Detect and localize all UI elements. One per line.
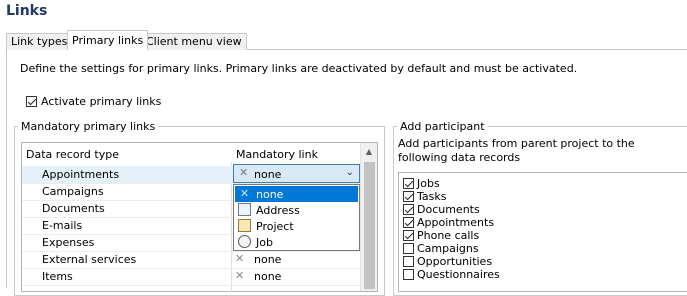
participant-label: Questionnaires	[417, 268, 500, 281]
column-header-type[interactable]: Data record type	[26, 148, 119, 161]
participant-checkbox[interactable]	[403, 178, 414, 189]
tab-link-types[interactable]: Link types	[6, 33, 73, 50]
table-row[interactable]: Items ✕ none	[22, 268, 360, 285]
row-type: Appointments	[42, 168, 120, 181]
mandatory-links-group-title: Mandatory primary links	[18, 120, 159, 133]
clear-icon[interactable]: ✕	[239, 166, 248, 179]
dropdown-option-project[interactable]: Project	[235, 218, 358, 234]
participant-checkbox[interactable]	[403, 230, 414, 241]
dropdown-option-address[interactable]: Address	[235, 202, 358, 218]
tab-client-menu-view[interactable]: Client menu view	[141, 33, 247, 50]
add-participant-description: Add participants from parent project to …	[398, 137, 635, 164]
row-type: E-mails	[42, 219, 83, 232]
description-text: Define the settings for primary links. P…	[20, 62, 578, 75]
grid-scrollbar[interactable]: ▲	[360, 143, 377, 291]
clear-icon[interactable]: ✕	[235, 269, 244, 282]
column-header-link[interactable]: Mandatory link	[236, 148, 318, 161]
participant-label: Appointments	[417, 216, 495, 229]
row-type: External services	[42, 253, 137, 266]
tab-primary-links[interactable]: Primary links	[67, 30, 149, 50]
participant-label: Jobs	[417, 177, 440, 190]
row-type: Expenses	[42, 236, 95, 249]
row-divider	[22, 285, 360, 286]
dropdown-option-label: Project	[256, 220, 294, 233]
dropdown-option-label: Address	[256, 204, 300, 217]
mandatory-link-dropdown: ✕ none Address Project Job	[233, 184, 360, 251]
dropdown-option-job[interactable]: Job	[235, 234, 358, 250]
participant-label: Campaigns	[417, 242, 479, 255]
participant-label: Documents	[417, 203, 480, 216]
row-type: Campaigns	[42, 185, 104, 198]
address-card-icon	[238, 203, 251, 216]
clear-icon[interactable]: ✕	[235, 252, 244, 265]
participant-label: Tasks	[417, 190, 447, 203]
participant-checkbox[interactable]	[403, 256, 414, 267]
chevron-down-icon[interactable]: ⌄	[346, 167, 354, 178]
participant-checkbox[interactable]	[403, 217, 414, 228]
add-participant-group-title: Add participant	[397, 120, 488, 133]
job-gear-icon	[238, 235, 251, 248]
activate-primary-links-checkbox[interactable]	[26, 96, 37, 107]
scroll-up-arrow-icon[interactable]: ▲	[361, 143, 377, 159]
participant-checkbox[interactable]	[403, 243, 414, 254]
dropdown-option-none[interactable]: ✕ none	[235, 186, 358, 202]
participant-checkbox[interactable]	[403, 269, 414, 280]
combobox-value: none	[254, 168, 282, 181]
participant-checkbox[interactable]	[403, 191, 414, 202]
project-folder-icon	[238, 219, 251, 232]
row-type: Documents	[42, 202, 105, 215]
row-link-value: none	[254, 270, 282, 283]
clear-icon: ✕	[239, 187, 250, 200]
table-row[interactable]: External services ✕ none	[22, 251, 360, 268]
participant-checkbox[interactable]	[403, 204, 414, 215]
participant-label: Phone calls	[417, 229, 480, 242]
page-title: Links	[6, 3, 48, 19]
mandatory-link-combobox[interactable]: ✕ none ⌄	[233, 164, 360, 183]
dropdown-option-label: Job	[256, 236, 273, 249]
participant-label: Opportunities	[417, 255, 493, 268]
row-type: Items	[42, 270, 73, 283]
scrollbar-thumb[interactable]	[364, 162, 375, 289]
activate-primary-links-label: Activate primary links	[41, 95, 162, 108]
dropdown-option-label: none	[256, 188, 284, 201]
row-link-value: none	[254, 253, 282, 266]
